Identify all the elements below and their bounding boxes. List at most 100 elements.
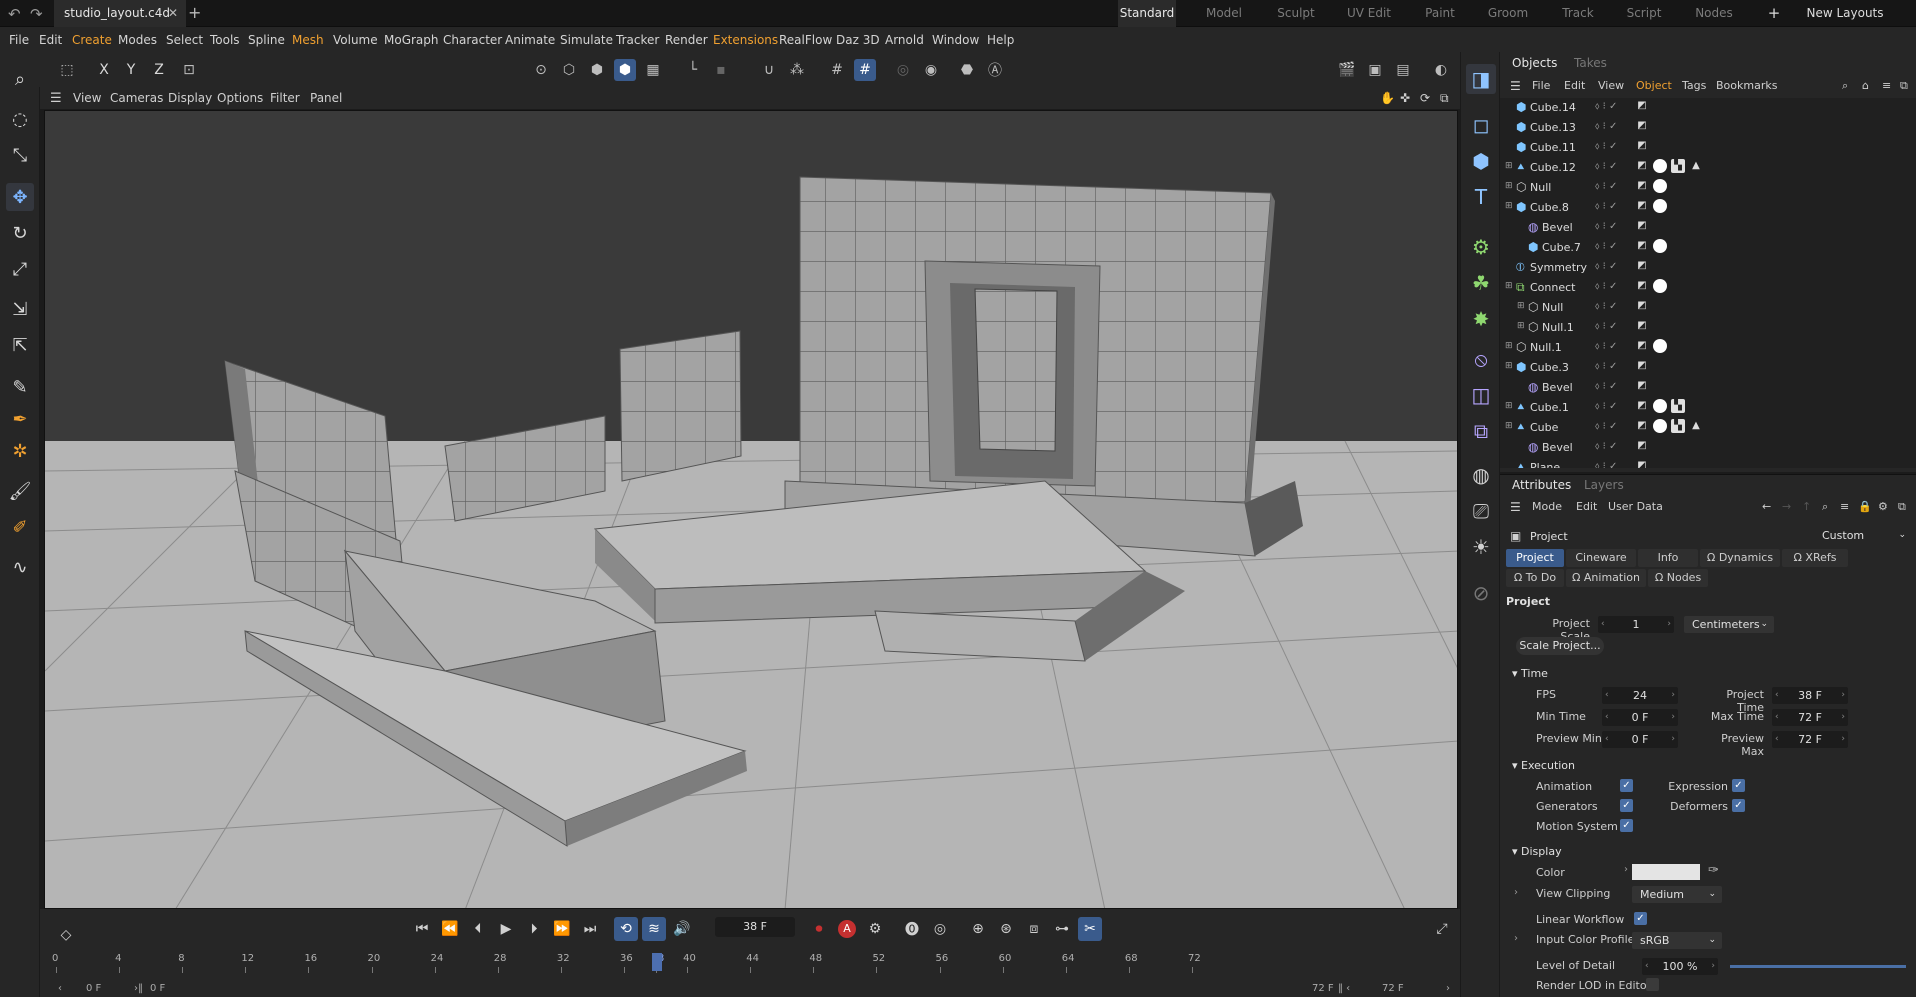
visibility-toggles-icon[interactable]: ⬨ ⁝ ✓ — [1595, 461, 1617, 468]
world-coordinates-icon[interactable]: ⊡ — [178, 59, 200, 81]
expand-icon[interactable]: ⊞ — [1505, 361, 1513, 371]
quantize-icon[interactable]: ◎ — [892, 59, 914, 81]
object-name[interactable]: Null — [1542, 301, 1563, 314]
visibility-toggles-icon[interactable]: ⬨ ⁝ ✓ — [1595, 421, 1617, 432]
object-name[interactable]: Connect — [1530, 281, 1575, 294]
next-key-icon[interactable]: ⏩ — [550, 917, 574, 941]
phong-tag-icon[interactable]: ◩ — [1635, 459, 1649, 468]
keyframe-icon[interactable]: ◇ — [54, 923, 78, 947]
attr-tab-dynamics[interactable]: Ω Dynamics — [1700, 549, 1780, 567]
project-time-field[interactable]: ‹ 38 F › — [1772, 687, 1848, 704]
polygons-mode-icon[interactable]: ⬢ — [586, 59, 608, 81]
visibility-toggles-icon[interactable]: ⬨ ⁝ ✓ — [1595, 201, 1617, 212]
attr-tab-todo[interactable]: Ω To Do — [1506, 569, 1564, 587]
objects-menu-file[interactable]: File — [1532, 79, 1550, 92]
visibility-toggles-icon[interactable]: ⬨ ⁝ ✓ — [1595, 141, 1617, 152]
sculpt-brush-icon[interactable]: ✐ — [6, 513, 34, 541]
preview-max-field[interactable]: ‹ 72 F › — [1772, 731, 1848, 748]
light-icon[interactable]: ☀ — [1466, 532, 1496, 562]
range-right-arrow-icon[interactable]: › — [1446, 983, 1450, 994]
increment-arrow-icon[interactable]: › — [1667, 616, 1671, 633]
attr-tab-animation[interactable]: Ω Animation — [1566, 569, 1646, 587]
visibility-toggles-icon[interactable]: ⬨ ⁝ ✓ — [1595, 181, 1617, 192]
phong-tag-icon[interactable]: ◩ — [1635, 319, 1649, 333]
attributes-new-window-icon[interactable]: ⧉ — [1898, 500, 1906, 514]
live-selection-icon[interactable]: ◌ — [6, 105, 34, 133]
coordinate-system-icon[interactable]: ⬚ — [56, 59, 78, 81]
visibility-toggles-icon[interactable]: ⬨ ⁝ ✓ — [1595, 281, 1617, 292]
decrement-arrow-icon[interactable]: ‹ — [1605, 709, 1609, 726]
objects-menu-bookmarks[interactable]: Bookmarks — [1716, 79, 1777, 92]
object-name[interactable]: Cube.11 — [1530, 141, 1576, 154]
preview-end-field[interactable]: 72 F — [1312, 983, 1334, 994]
visibility-toggles-icon[interactable]: ⬨ ⁝ ✓ — [1595, 121, 1617, 132]
view-clipping-expand-icon[interactable]: › — [1514, 887, 1518, 898]
decrement-arrow-icon[interactable]: ‹ — [1775, 687, 1779, 704]
menu-animate[interactable]: Animate — [505, 33, 555, 47]
environment-icon[interactable]: ◍ — [1466, 460, 1496, 490]
visibility-toggles-icon[interactable]: ⬨ ⁝ ✓ — [1595, 361, 1617, 372]
timeline-ruler[interactable]: 0481216202428323638404448525660646872 — [52, 953, 1456, 979]
tab-layers[interactable]: Layers — [1584, 478, 1624, 492]
material-tag-icon[interactable] — [1653, 399, 1667, 413]
lock-icon[interactable]: 🔒 — [1858, 500, 1872, 513]
object-name[interactable]: Cube.7 — [1542, 241, 1581, 254]
decrement-arrow-icon[interactable]: ‹ — [1605, 731, 1609, 748]
grid-snap-icon[interactable]: # — [854, 59, 876, 81]
layout-uv-edit[interactable]: UV Edit — [1336, 0, 1402, 27]
autokey-icon[interactable]: A — [835, 917, 859, 941]
phong-tag-icon[interactable]: ◩ — [1635, 219, 1649, 233]
layout-sculpt[interactable]: Sculpt — [1266, 0, 1326, 27]
phong-tag-icon[interactable]: ◩ — [1635, 139, 1649, 153]
objects-menu-view[interactable]: View — [1598, 79, 1624, 92]
increment-arrow-icon[interactable]: › — [1841, 687, 1845, 704]
scale-tool-icon[interactable]: ⤢ — [6, 255, 34, 283]
material-tag-icon[interactable] — [1653, 279, 1667, 293]
layout-nodes[interactable]: Nodes — [1684, 0, 1744, 27]
attributes-settings-icon[interactable]: ⚙ — [1878, 500, 1888, 513]
expand-icon[interactable]: ⊞ — [1505, 161, 1513, 171]
undo-icon[interactable]: ↶ — [8, 5, 21, 23]
decrement-arrow-icon[interactable]: ‹ — [1645, 958, 1649, 975]
object-name[interactable]: Bevel — [1542, 221, 1573, 234]
object-row[interactable]: ⬢ Cube.7 ⬨ ⁝ ✓ ◩ — [1500, 238, 1916, 258]
object-name[interactable]: Null.1 — [1530, 341, 1562, 354]
max-time-field[interactable]: ‹ 72 F › — [1772, 709, 1848, 726]
phong-tag-icon[interactable]: ◩ — [1635, 259, 1649, 273]
mograph-tool-icon[interactable]: ✲ — [6, 437, 34, 465]
redo-icon[interactable]: ↷ — [30, 5, 43, 23]
section-time-title[interactable]: ▾ Time — [1512, 667, 1548, 680]
phong-tag-icon[interactable]: ◩ — [1635, 299, 1649, 313]
layout-model[interactable]: Model — [1196, 0, 1252, 27]
key-param-icon[interactable]: ⊛ — [994, 917, 1018, 941]
objects-new-window-icon[interactable]: ⧉ — [1900, 79, 1908, 93]
viewport-menu-icon[interactable]: ☰ — [50, 91, 62, 106]
phong-tag-icon[interactable]: ◩ — [1635, 239, 1649, 253]
menu-simulate[interactable]: Simulate — [560, 33, 613, 47]
axis-mode-icon[interactable]: └ — [682, 59, 704, 81]
phong-tag-icon[interactable]: ◩ — [1635, 419, 1649, 433]
viewport-menu-panel[interactable]: Panel — [310, 91, 342, 105]
previous-key-icon[interactable]: ⏪ — [438, 917, 462, 941]
pen-tool-icon[interactable]: ✒ — [6, 405, 34, 433]
visibility-toggles-icon[interactable]: ⬨ ⁝ ✓ — [1595, 101, 1617, 112]
field-object-icon[interactable]: ✸ — [1466, 304, 1496, 334]
object-name[interactable]: Plane — [1530, 461, 1560, 468]
object-row[interactable]: ◍ Bevel ⬨ ⁝ ✓ ◩ — [1500, 218, 1916, 238]
expand-icon[interactable]: ⊞ — [1505, 341, 1513, 351]
move-tool-icon[interactable]: ✥ — [6, 183, 34, 211]
min-time-field[interactable]: ‹ 0 F › — [1602, 709, 1678, 726]
search-icon[interactable]: ⌕ — [6, 65, 34, 93]
object-name[interactable]: Cube.1 — [1530, 401, 1569, 414]
layout-paint[interactable]: Paint — [1412, 0, 1468, 27]
custom-dropdown[interactable]: Custom ⌄ — [1814, 527, 1912, 544]
transform-tool-icon[interactable]: ⇲ — [6, 295, 34, 323]
visibility-toggles-icon[interactable]: ⬨ ⁝ ✓ — [1595, 301, 1617, 312]
timeline-graph-icon[interactable]: ⤢ — [1430, 917, 1454, 941]
visibility-toggles-icon[interactable]: ⬨ ⁝ ✓ — [1595, 221, 1617, 232]
object-name[interactable]: Cube.3 — [1530, 361, 1569, 374]
texture-tag-icon[interactable]: ▚ — [1671, 159, 1685, 173]
object-row[interactable]: ⊞ ⬢ Cube.3 ⬨ ⁝ ✓ ◩ — [1500, 358, 1916, 378]
object-name[interactable]: Cube.8 — [1530, 201, 1569, 214]
previous-frame-icon[interactable]: ⏴ — [466, 917, 490, 941]
